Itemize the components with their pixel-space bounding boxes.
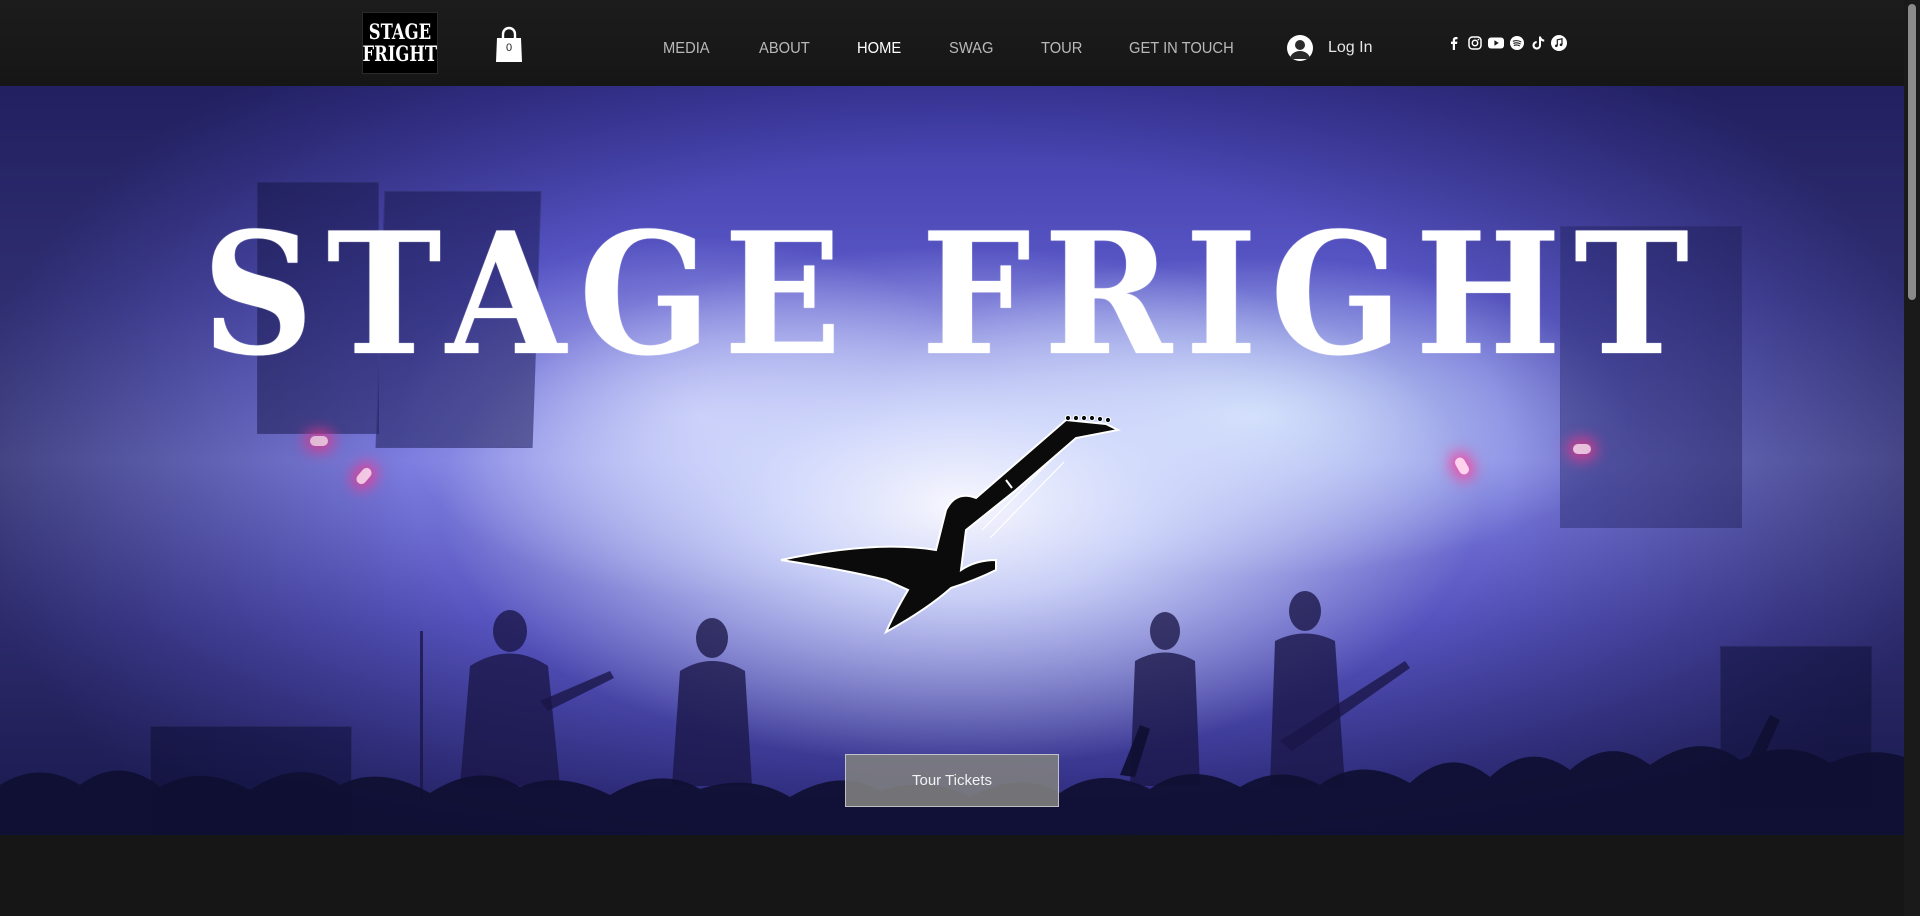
scrollbar-thumb[interactable] — [1908, 4, 1916, 300]
apple-music-icon[interactable] — [1551, 35, 1567, 51]
instagram-icon[interactable] — [1467, 35, 1483, 51]
cart-button[interactable]: 0 — [494, 26, 524, 64]
nav-item-media[interactable]: MEDIA — [663, 40, 710, 58]
nav-item-about[interactable]: ABOUT — [759, 40, 810, 58]
site-header: STAGE FRIGHT 0 MEDIA ABOUT HOME SWAG TOU… — [0, 0, 1904, 86]
nav-item-get-in-touch[interactable]: GET IN TOUCH — [1129, 40, 1234, 58]
page-scrollbar[interactable] — [1904, 0, 1920, 916]
facebook-icon[interactable] — [1446, 35, 1462, 51]
nav-item-tour[interactable]: TOUR — [1041, 40, 1082, 58]
band-title: STAGE FRIGHT — [202, 195, 1702, 393]
page-lower-section — [0, 835, 1904, 916]
guitar-icon — [780, 414, 1122, 635]
user-avatar-icon — [1287, 35, 1313, 61]
login-button[interactable]: Log In — [1287, 33, 1372, 63]
logo-text-bottom: FRIGHT — [362, 41, 438, 66]
spotify-icon[interactable] — [1509, 35, 1525, 51]
tiktok-icon[interactable] — [1530, 35, 1546, 51]
site-logo[interactable]: STAGE FRIGHT — [362, 12, 438, 74]
cart-count: 0 — [505, 42, 513, 54]
nav-item-swag[interactable]: SWAG — [949, 40, 993, 58]
youtube-icon[interactable] — [1488, 35, 1504, 51]
logo-text-top: STAGE — [368, 19, 432, 44]
social-links — [1446, 35, 1567, 51]
hero-section: STAGE FRIGHT Tour Tickets — [0, 86, 1904, 835]
tour-tickets-button[interactable]: Tour Tickets — [845, 754, 1059, 807]
login-label: Log In — [1328, 39, 1373, 56]
nav-item-home[interactable]: HOME — [857, 40, 901, 58]
